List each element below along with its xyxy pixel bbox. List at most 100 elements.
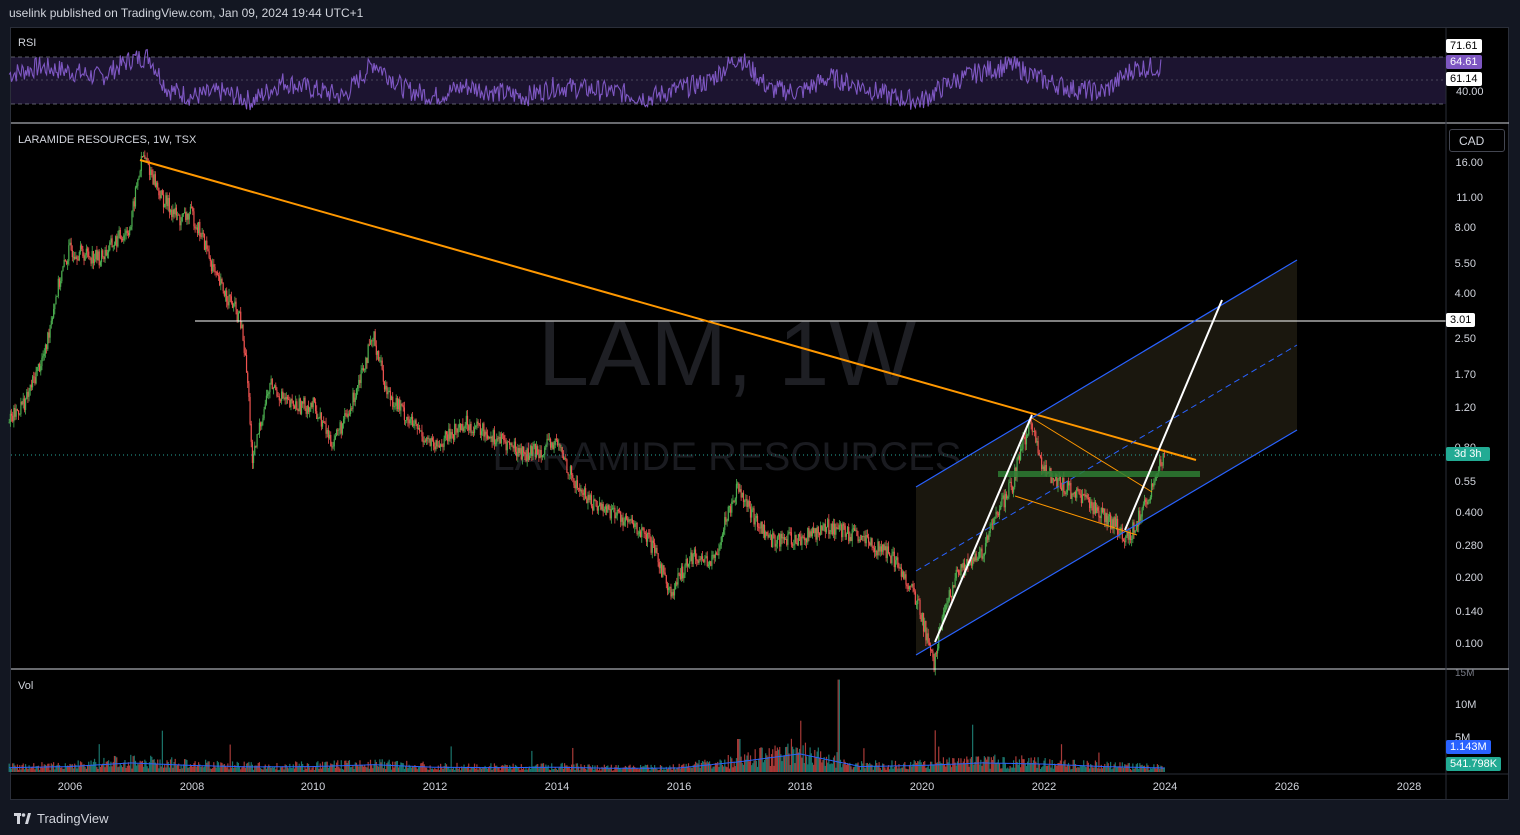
candle-body: [673, 588, 676, 596]
volume-bar: [997, 759, 999, 772]
volume-bar: [261, 768, 263, 772]
volume-bar: [194, 761, 196, 772]
volume-bar: [869, 762, 871, 772]
candle-body: [258, 422, 261, 434]
candle-body: [875, 550, 877, 552]
candle-body: [620, 511, 622, 522]
rsi-label: RSI: [18, 37, 36, 49]
volume-bar: [1133, 768, 1135, 772]
volume-bar: [167, 762, 169, 772]
candle-body: [465, 415, 467, 425]
candle-body: [388, 390, 390, 393]
volume-bar: [513, 767, 515, 772]
volume-bar: [1112, 768, 1114, 772]
volume-bar: [820, 751, 822, 772]
volume-bar: [555, 768, 557, 772]
volume-bar: [416, 769, 418, 772]
volume-bar: [967, 759, 969, 772]
volume-bar: [535, 764, 538, 772]
candle-body: [1021, 448, 1023, 450]
candle-body: [1108, 514, 1111, 517]
volume-bar: [687, 763, 690, 772]
candle-body: [869, 542, 871, 546]
candle-body: [438, 445, 441, 448]
candle-body: [409, 419, 411, 424]
candle-body: [974, 553, 976, 562]
candle-body: [951, 596, 953, 598]
candle-body: [26, 391, 28, 399]
price-tick: 0.400: [1455, 507, 1483, 519]
volume-bar: [173, 761, 175, 772]
volume-pane[interactable]: Vol: [8, 679, 1165, 772]
volume-bar: [162, 767, 165, 772]
volume-bar: [359, 760, 361, 772]
candle-body: [410, 416, 413, 420]
candle-body: [796, 542, 798, 545]
candle-body: [193, 211, 195, 227]
volume-bar: [769, 766, 771, 772]
candle-body: [1069, 482, 1071, 486]
volume-bar: [625, 766, 628, 772]
candle-body: [717, 554, 719, 556]
volume-bar: [666, 769, 669, 772]
candle-body: [484, 431, 486, 437]
candle-body: [679, 573, 681, 579]
candle-body: [825, 527, 828, 532]
candle-body: [334, 436, 337, 440]
footer[interactable]: TradingView: [14, 806, 109, 830]
candle-body: [183, 212, 186, 214]
candle-body: [567, 472, 569, 475]
volume-bar: [747, 752, 749, 772]
candle-body: [846, 526, 849, 535]
candle-body: [421, 430, 423, 437]
candle-body: [251, 441, 253, 463]
volume-bar: [278, 769, 280, 772]
candle-body: [691, 552, 693, 564]
candle-body: [906, 584, 908, 587]
volume-bar: [784, 747, 787, 772]
price-axis[interactable]: 16.00 11.00 8.00 5.50 4.00 2.50 1.70 1.2…: [1455, 157, 1483, 650]
volume-bar: [341, 768, 344, 772]
candle-body: [589, 495, 591, 500]
candle-body: [994, 516, 996, 519]
volume-bar: [762, 762, 764, 772]
volume-bar: [504, 764, 506, 772]
volume-bar: [144, 759, 146, 772]
candle-body: [464, 424, 466, 429]
candle-body: [993, 518, 995, 524]
time-axis[interactable]: 2006 2008 2010 2012 2014 2016 2018 2020 …: [58, 781, 1421, 793]
volume-bar: [99, 766, 101, 772]
candle-body: [345, 413, 347, 415]
volume-bar: [925, 767, 927, 772]
rsi-tag-40: 40.00: [1456, 86, 1484, 98]
candle-body: [841, 524, 843, 538]
volume-bar: [1080, 766, 1082, 772]
volume-bar: [1105, 766, 1107, 772]
chart-canvas[interactable]: RSI LAM, 1W LARAMIDE RESOURCES LARAMIDE …: [0, 0, 1520, 835]
volume-bar: [708, 761, 711, 772]
candle-body: [202, 232, 204, 234]
volume-bar: [283, 769, 285, 772]
candle-body: [692, 553, 694, 564]
volume-bar: [126, 765, 128, 772]
candle-body: [220, 279, 222, 286]
candle-body: [145, 157, 147, 159]
currency-button[interactable]: CAD: [1449, 129, 1505, 152]
candle-body: [212, 264, 214, 272]
volume-bar: [323, 767, 325, 772]
vol-tick: 15M: [1455, 668, 1474, 679]
candle-body: [730, 506, 732, 513]
volume-axis[interactable]: 15M 10M 5M: [1455, 668, 1476, 744]
main-pane[interactable]: LAM, 1W LARAMIDE RESOURCES LARAMIDE RESO…: [8, 134, 1446, 676]
support-zone[interactable]: [998, 471, 1200, 477]
volume-bar: [759, 748, 761, 772]
rsi-pane[interactable]: RSI: [8, 37, 1446, 111]
volume-bar: [808, 756, 810, 772]
volume-bar: [530, 768, 532, 772]
volume-bar: [1032, 760, 1035, 772]
volume-bar: [882, 763, 884, 772]
volume-bar: [897, 768, 899, 772]
candle-body: [648, 532, 650, 535]
candle-body: [335, 429, 338, 437]
candle-body: [462, 423, 464, 432]
